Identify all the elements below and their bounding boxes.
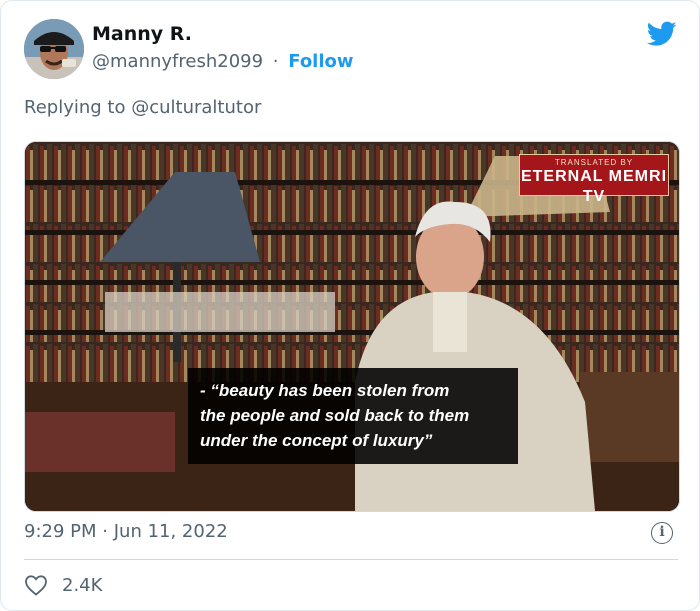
tweet-timestamp[interactable]: 9:29 PM · Jun 11, 2022 [24, 521, 228, 542]
subtitle-line: - “beauty has been stolen from [200, 381, 450, 400]
avatar[interactable] [24, 19, 84, 79]
tweet-media[interactable]: TRANSLATED BY ETERNAL MEMRI TV - “beauty… [24, 141, 680, 512]
divider [24, 559, 678, 560]
like-button[interactable]: 2.4K [24, 572, 102, 598]
timestamp-separator: · [102, 521, 108, 542]
handle-separator: · [272, 51, 279, 72]
reply-mention-link[interactable]: @culturaltutor [131, 97, 261, 118]
replying-to-label: Replying to [24, 97, 126, 118]
memri-tv-watermark: TRANSLATED BY ETERNAL MEMRI TV [519, 154, 669, 205]
tweet-date[interactable]: Jun 11, 2022 [114, 521, 228, 542]
follow-button[interactable]: Follow [288, 51, 353, 72]
subtitle-line: the people and sold back to them [200, 406, 470, 425]
watermark-big-text: ETERNAL MEMRI TV [520, 168, 668, 205]
tweet-time[interactable]: 9:29 PM [24, 521, 97, 542]
info-icon[interactable]: i [651, 522, 673, 544]
tweet-card: Manny R. @mannyfresh2099 · Follow Replyi… [0, 0, 700, 611]
like-count: 2.4K [62, 574, 103, 596]
subtitle-line: under the concept of luxury” [200, 431, 433, 450]
author-name[interactable]: Manny R. [92, 23, 192, 45]
watermark-small-text: TRANSLATED BY [554, 158, 634, 167]
twitter-bird-icon[interactable] [646, 21, 677, 47]
author-handle[interactable]: @mannyfresh2099 [92, 51, 263, 72]
replying-to: Replying to @culturaltutor [24, 97, 261, 118]
video-subtitle: - “beauty has been stolen from the peopl… [188, 368, 518, 464]
heart-icon[interactable] [24, 574, 48, 596]
author-handle-row: @mannyfresh2099 · Follow [92, 51, 354, 72]
